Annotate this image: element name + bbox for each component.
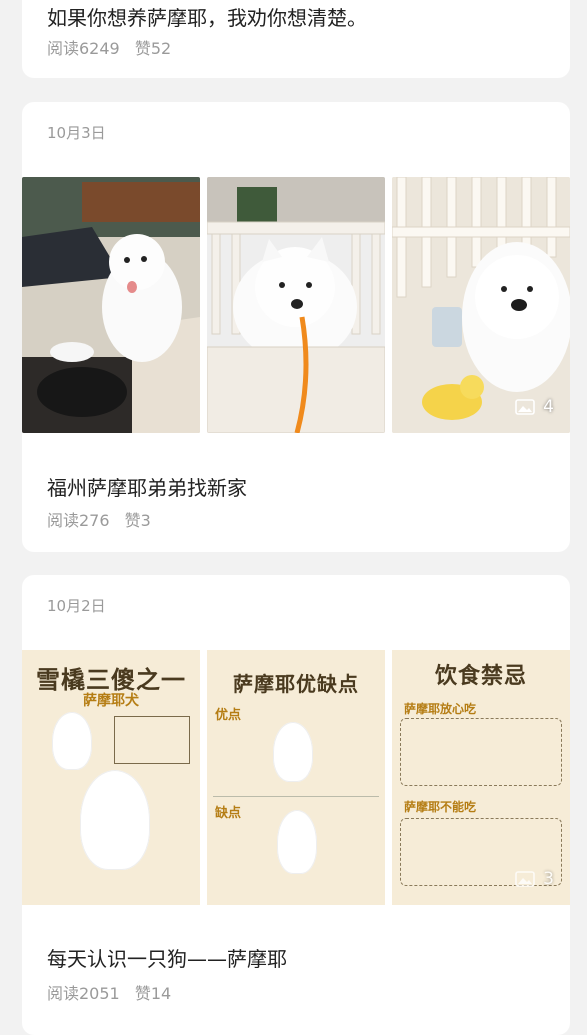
can-eat-heading: 萨摩耶放心吃 xyxy=(404,702,477,716)
read-count: 阅读2051 xyxy=(47,984,120,1003)
post-title: 每天认识一只狗——萨摩耶 xyxy=(47,947,287,971)
image-icon xyxy=(515,871,535,887)
post-date: 10月3日 xyxy=(47,124,106,142)
dog-illustration xyxy=(273,722,313,782)
post-meta: 阅读2051 赞14 xyxy=(47,980,181,1004)
image-grid[interactable]: 4 xyxy=(22,177,570,433)
image-grid[interactable]: 雪橇三傻之一 萨摩耶犬 萨摩耶优缺点 优点 缺点 饮食禁忌 萨摩耶放心吃 萨摩耶… xyxy=(22,650,570,905)
post-meta: 阅读6249 赞52 xyxy=(47,35,181,59)
post-title: 福州萨摩耶弟弟找新家 xyxy=(47,476,247,500)
image-count: 4 xyxy=(543,397,554,417)
can-eat-box xyxy=(400,718,562,786)
image-count: 3 xyxy=(543,869,554,889)
dog-illustration xyxy=(277,810,317,874)
like-count: 赞52 xyxy=(134,39,172,58)
cannot-eat-heading: 萨摩耶不能吃 xyxy=(404,800,477,814)
photo-dog-at-fence[interactable] xyxy=(207,177,385,433)
dog-illustration xyxy=(80,770,150,870)
post-card[interactable]: 10月3日 4 福州萨摩耶弟弟找新家 阅读276 赞3 xyxy=(22,102,570,552)
poster-subtitle: 萨摩耶犬 xyxy=(83,693,139,709)
image-icon xyxy=(515,399,535,415)
poster-title: 萨摩耶优缺点 xyxy=(233,672,359,696)
read-count: 阅读6249 xyxy=(47,39,120,58)
pros-label: 优点 xyxy=(215,708,242,723)
poster-pros-cons[interactable]: 萨摩耶优缺点 优点 缺点 xyxy=(207,650,385,905)
dog-illustration xyxy=(52,712,92,770)
post-card[interactable]: 如果你想养萨摩耶，我劝你想清楚。 阅读6249 赞52 xyxy=(22,0,570,78)
info-box xyxy=(114,716,190,764)
like-count: 赞14 xyxy=(134,984,172,1003)
like-count: 赞3 xyxy=(124,511,151,530)
image-count-badge: 3 xyxy=(515,869,554,889)
post-date: 10月2日 xyxy=(47,597,106,615)
poster-title: 饮食禁忌 xyxy=(434,663,527,689)
read-count: 阅读276 xyxy=(47,511,110,530)
image-count-badge: 4 xyxy=(515,397,554,417)
cons-label: 缺点 xyxy=(215,806,242,821)
photo-dog-in-car[interactable] xyxy=(22,177,200,433)
poster-sled-dog[interactable]: 雪橇三傻之一 萨摩耶犬 xyxy=(22,650,200,905)
divider xyxy=(213,796,379,797)
photo-dog-in-pen[interactable]: 4 xyxy=(392,177,570,433)
post-card[interactable]: 10月2日 雪橇三傻之一 萨摩耶犬 萨摩耶优缺点 优点 缺点 饮食禁忌 萨摩耶放… xyxy=(22,575,570,1035)
post-title: 如果你想养萨摩耶，我劝你想清楚。 xyxy=(47,6,367,30)
post-meta: 阅读276 赞3 xyxy=(47,507,161,531)
poster-diet[interactable]: 饮食禁忌 萨摩耶放心吃 萨摩耶不能吃 3 xyxy=(392,650,570,905)
